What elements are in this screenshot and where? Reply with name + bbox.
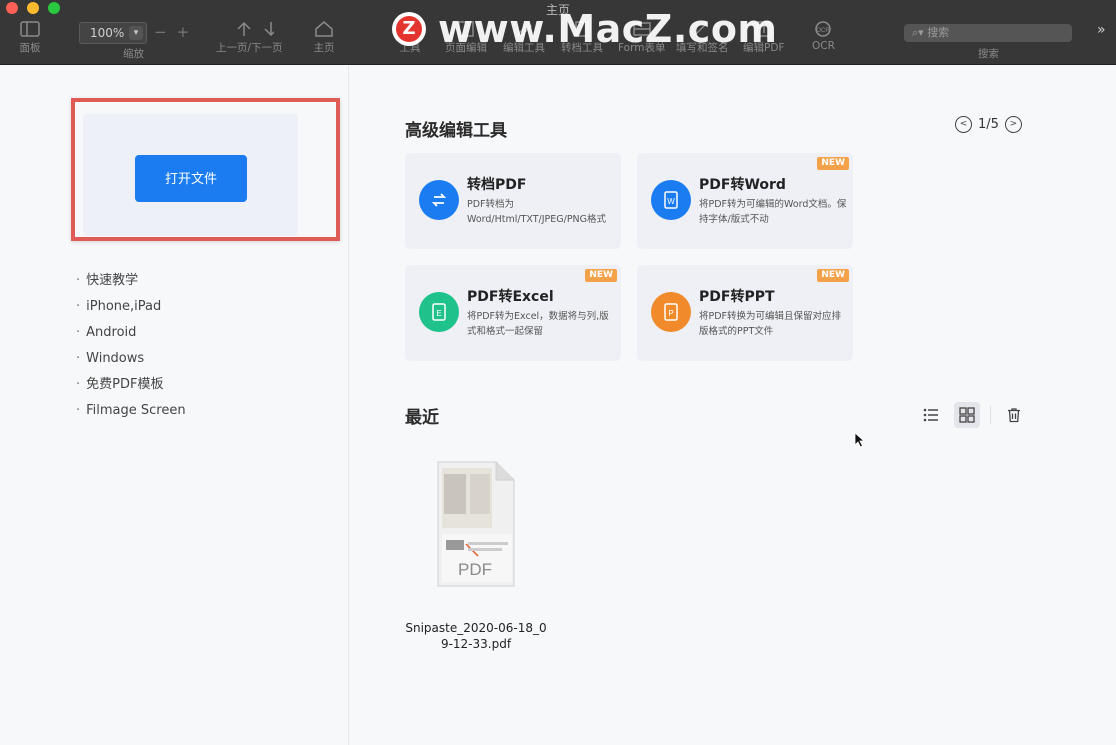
new-badge: NEW (817, 269, 849, 282)
link-iphone-ipad[interactable]: iPhone,iPad (76, 297, 186, 323)
ocr-label: OCR (812, 40, 835, 52)
pdf-thumbnail: PDF (436, 460, 516, 588)
grid-view-button[interactable] (954, 402, 980, 428)
svg-text:P: P (668, 309, 673, 318)
tool-name: PDF转Excel (467, 289, 554, 305)
zoom-select[interactable]: 100% ▾ (79, 22, 147, 44)
prev-page-icon[interactable]: < (955, 116, 972, 133)
arrow-up-down-icon (237, 21, 275, 37)
zoom-label: 缩放 (123, 48, 144, 60)
link-filmage-screen[interactable]: Filmage Screen (76, 401, 185, 427)
grid-icon (959, 407, 975, 423)
chevron-down-icon: ▾ (129, 26, 143, 40)
file-name: Snipaste_2020-06-18_09-12-33.pdf (405, 621, 547, 651)
link-pdf-templates[interactable]: 免费PDF模板 (76, 375, 186, 401)
tool-desc: 将PDF转为可编辑的Word文档。保持字体/版式不动 (699, 199, 847, 225)
home-label: 主页 (313, 42, 335, 54)
ocr-icon: OCR (815, 21, 832, 37)
mouse-cursor-icon (854, 432, 866, 448)
recent-title: 最近 (405, 408, 439, 428)
svg-text:OCR: OCR (817, 28, 831, 34)
open-file-button[interactable]: 打开文件 (135, 155, 247, 202)
search-label: 搜索 (978, 48, 999, 60)
new-badge: NEW (817, 157, 849, 170)
tools-pager: < 1/5 > (955, 116, 1022, 133)
panel-label: 面板 (19, 42, 41, 54)
recent-file-item[interactable]: PDF Snipaste_2020-06-18_09-12-33.pdf (405, 460, 547, 652)
zoom-label-wrap: 缩放 (123, 46, 144, 61)
tool-desc: 将PDF转换为可编辑且保留对应排版格式的PPT文件 (699, 311, 842, 337)
tool-card-pdf-to-word[interactable]: NEW W PDF转Word 将PDF转为可编辑的Word文档。保持字体/版式不… (637, 153, 853, 249)
zoom-value: 100% (90, 26, 125, 40)
zoom-stepper[interactable]: −+ (154, 23, 199, 41)
sidebar-icon (20, 21, 40, 37)
divider (990, 406, 991, 424)
next-page-icon[interactable]: > (1004, 116, 1022, 133)
home-button[interactable]: 主页 (313, 20, 335, 55)
chevron-double-right-icon[interactable]: » (1097, 22, 1106, 38)
tools-title: 高级编辑工具 (405, 121, 507, 141)
svg-text:E: E (436, 309, 441, 318)
tool-card-convert-pdf[interactable]: 转档PDF PDF转档为Word/Html/TXT/JPEG/PNG格式 (405, 153, 621, 249)
page-nav-label: 上一页/下一页 (216, 42, 283, 54)
pdf-thumb-label: PDF (458, 560, 492, 579)
new-badge: NEW (585, 269, 617, 282)
page-nav-button[interactable]: 上一页/下一页 (216, 20, 283, 55)
word-icon: W (651, 180, 691, 220)
watermark-text: www.MacZ.com (438, 7, 778, 51)
watermark-logo: Z (392, 12, 426, 46)
list-icon (923, 408, 938, 422)
tool-desc: PDF转档为Word/Html/TXT/JPEG/PNG格式 (467, 199, 607, 225)
pager-text: 1/5 (978, 117, 999, 132)
left-panel: 打开文件 快速教学 iPhone,iPad Android Windows 免费… (0, 66, 349, 745)
tool-name: PDF转Word (699, 177, 786, 193)
convert-icon (419, 180, 459, 220)
tool-card-pdf-to-excel[interactable]: NEW E PDF转Excel 将PDF转为Excel，数据将与列,版式和格式一… (405, 265, 621, 361)
ppt-icon: P (651, 292, 691, 332)
ocr-button[interactable]: OCR OCR (812, 20, 835, 52)
home-icon (315, 21, 333, 37)
watermark-logo-letter: Z (396, 16, 422, 42)
tool-desc: 将PDF转为Excel，数据将与列,版式和格式一起保留 (467, 311, 609, 337)
view-controls (918, 402, 1037, 428)
delete-button[interactable] (1001, 402, 1027, 428)
tool-name: 转档PDF (467, 177, 527, 193)
link-windows[interactable]: Windows (76, 349, 186, 375)
search-placeholder: 搜索 (927, 26, 950, 39)
watermark: Z www.MacZ.com (392, 10, 778, 48)
excel-icon: E (419, 292, 459, 332)
trash-icon (1008, 408, 1020, 423)
tool-card-pdf-to-ppt[interactable]: NEW P PDF转PPT 将PDF转换为可编辑且保留对应排版格式的PPT文件 (637, 265, 853, 361)
help-links: 快速教学 iPhone,iPad Android Windows 免费PDF模板… (76, 271, 186, 427)
link-tutorial[interactable]: 快速教学 (76, 271, 186, 297)
link-android[interactable]: Android (76, 323, 186, 349)
tool-name: PDF转PPT (699, 289, 775, 305)
toolbar: 主页 面板 100% ▾ −+ 缩放 上一页/下一页 主页 工具 页面编辑 编辑… (0, 0, 1116, 65)
svg-text:W: W (667, 197, 675, 206)
panel-button[interactable]: 面板 (19, 20, 41, 55)
search-input[interactable]: ⌕▾ 搜索 (904, 24, 1072, 42)
search-icon: ⌕▾ (912, 26, 924, 39)
list-view-button[interactable] (918, 402, 944, 428)
